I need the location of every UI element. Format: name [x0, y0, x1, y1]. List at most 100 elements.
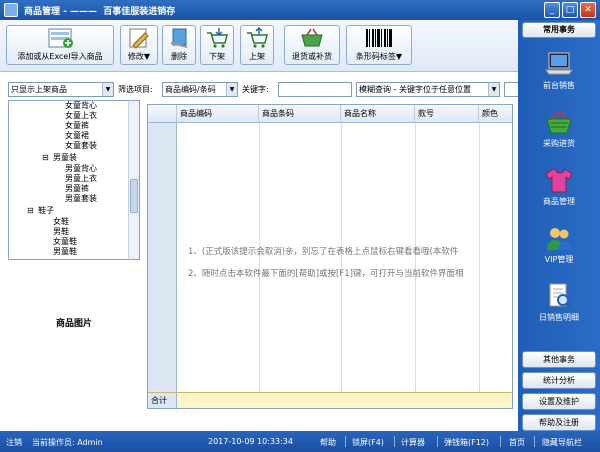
- grid-corner: [148, 105, 177, 123]
- tree-item[interactable]: 女童上衣: [65, 111, 97, 121]
- sidebar-item-daily-sales[interactable]: 日销售明细: [524, 282, 594, 334]
- magnifier-doc-icon: [544, 282, 574, 310]
- help-link[interactable]: 帮助: [320, 437, 336, 448]
- sidebar-item-products[interactable]: 商品管理: [524, 166, 594, 218]
- edit-button[interactable]: 修改▼: [120, 25, 158, 65]
- delete-button[interactable]: 删除: [162, 25, 196, 65]
- product-image-label: 商品图片: [55, 319, 92, 329]
- help-register-button[interactable]: 帮助及注册: [522, 414, 596, 431]
- column-header[interactable]: 款号: [415, 105, 479, 123]
- maximize-button[interactable]: □: [562, 2, 578, 18]
- import-excel-button[interactable]: 添加或从Excel导入商品: [6, 25, 114, 65]
- minimize-button[interactable]: _: [544, 2, 560, 18]
- toolbar: 添加或从Excel导入商品 修改▼ 删除 下架 上架 退货或补货 条形码标签▼: [0, 20, 518, 72]
- sidebar-item-label: 商品管理: [543, 197, 575, 206]
- calculator-link[interactable]: 计算器: [401, 437, 425, 448]
- column-header[interactable]: 商品编码: [177, 105, 259, 123]
- divider: [345, 436, 346, 447]
- keyword-label: 关键字:: [242, 84, 269, 94]
- lock-screen-link[interactable]: 锁屏(F4): [352, 437, 384, 448]
- import-excel-label: 添加或从Excel导入商品: [17, 52, 103, 61]
- put-up-button[interactable]: 上架: [240, 25, 274, 65]
- hide-nav-link[interactable]: 隐藏导航栏: [542, 437, 582, 448]
- field-label: 筛选项目:: [118, 84, 153, 94]
- home-link[interactable]: 首页: [509, 437, 525, 448]
- column-header[interactable]: 商品条码: [259, 105, 341, 123]
- status-select[interactable]: 只显示上架商品 ▼: [8, 81, 114, 97]
- tree-item[interactable]: 男童鞋: [53, 247, 77, 257]
- product-grid: 商品编码 商品条码 商品名称 款号 颜色 1、(正式版该提示会取消)亲，别忘了在…: [147, 104, 513, 409]
- divider: [500, 436, 501, 447]
- column-header[interactable]: 颜色: [479, 105, 512, 123]
- sidebar-item-purchase[interactable]: 采购进货: [524, 108, 594, 160]
- total-row: 合计: [148, 392, 512, 408]
- statistics-button[interactable]: 统计分析: [522, 372, 596, 389]
- tree-group-shoes[interactable]: 鞋子: [38, 206, 54, 216]
- operator-text: 当前操作员: Admin: [32, 438, 103, 447]
- cash-drawer-link[interactable]: 弹钱箱(F12): [444, 437, 489, 448]
- field-select[interactable]: 商品编码/条码 ▼: [162, 81, 238, 97]
- hint-text: 2、随时点击本软件最下面的[帮助]或按[F1]键，可打开与当前软件界面相: [188, 269, 464, 279]
- take-down-button[interactable]: 下架: [200, 25, 234, 65]
- keyword-input[interactable]: [278, 81, 352, 97]
- tree-item[interactable]: 男童背心: [65, 164, 97, 174]
- title-bar: 商品管理 - ——— 百事佳服装进销存 _ □ ✕: [0, 0, 600, 20]
- query-mode-select[interactable]: 模糊查询 - 关键字位于任意位置 ▼: [356, 81, 500, 97]
- users-icon: [544, 224, 574, 252]
- other-tasks-button[interactable]: 其他事务: [522, 351, 596, 368]
- delete-label: 删除: [171, 52, 187, 61]
- total-label: 合计: [148, 393, 177, 408]
- sidebar-item-label: 采购进货: [543, 139, 575, 148]
- tree-item[interactable]: 女童裤: [65, 121, 89, 131]
- hint-text: 1、(正式版该提示会取消)亲，别忘了在表格上点鼠标右键看看哦(本软件: [188, 247, 459, 257]
- tree-item[interactable]: 男童套装: [65, 194, 97, 204]
- datetime-text: 2017-10-09 10:33:34: [208, 437, 293, 446]
- category-tree: 女童背心 女童上衣 女童裤 女童裙 女童套装 ⊟ 男童装 男童背心 男童上衣 男…: [8, 100, 140, 260]
- barcode-label-button[interactable]: 条形码标签▼: [346, 25, 412, 65]
- sidebar-item-label: 前台销售: [543, 81, 575, 90]
- app-window: 商品管理 - ——— 百事佳服装进销存 _ □ ✕ 添加或从Excel导入商品 …: [0, 0, 600, 452]
- sidebar-item-vip[interactable]: VIP管理: [524, 224, 594, 276]
- app-icon: [4, 3, 18, 17]
- tree-scrollbar[interactable]: [128, 101, 139, 259]
- field-select-value: 商品编码/条码: [165, 84, 216, 94]
- tree-group-boys[interactable]: 男童装: [53, 153, 77, 163]
- product-image-panel: 商品图片: [8, 262, 140, 386]
- basket-icon: [300, 27, 324, 49]
- return-exchange-label: 退货或补货: [292, 52, 332, 61]
- tree-item[interactable]: 女童裙: [65, 131, 89, 141]
- divider: [437, 436, 438, 447]
- status-select-value: 只显示上架商品: [11, 84, 67, 94]
- barcode-icon: [364, 27, 394, 49]
- tree-item[interactable]: 男童上衣: [65, 174, 97, 184]
- cart-down-icon: [205, 27, 229, 49]
- common-tasks-header[interactable]: 常用事务: [522, 22, 596, 38]
- divider: [394, 436, 395, 447]
- filter-bar: 只显示上架商品 ▼ 筛选项目: 商品编码/条码 ▼ 关键字: 模糊查询 - 关键…: [0, 78, 518, 100]
- column-divider: [415, 123, 416, 392]
- tree-item[interactable]: 女童背心: [65, 101, 97, 111]
- tree-scroll-thumb[interactable]: [130, 179, 138, 213]
- sidebar-item-pos[interactable]: 前台销售: [524, 50, 594, 102]
- column-header[interactable]: 商品名称: [341, 105, 415, 123]
- status-bar: 注销 当前操作员: Admin 2017-10-09 10:33:34 帮助 锁…: [0, 431, 600, 452]
- return-exchange-button[interactable]: 退货或补货: [284, 25, 340, 65]
- basket-icon: [544, 108, 574, 136]
- search-button[interactable]: [504, 81, 518, 97]
- tree-item[interactable]: 男鞋: [53, 227, 69, 237]
- delete-icon: [167, 27, 191, 49]
- query-mode-value: 模糊查询 - 关键字位于任意位置: [359, 84, 471, 94]
- tree-expander-icon[interactable]: ⊟: [42, 153, 49, 163]
- tree-item[interactable]: 男童裤: [65, 184, 89, 194]
- tree-expander-icon[interactable]: ⊟: [27, 206, 34, 216]
- close-button[interactable]: ✕: [580, 2, 596, 18]
- settings-button[interactable]: 设置及维护: [522, 393, 596, 410]
- window-title: 商品管理 - ——— 百事佳服装进销存: [24, 6, 176, 17]
- column-divider: [479, 123, 480, 392]
- logout-link[interactable]: 注销: [6, 437, 22, 448]
- tshirt-icon: [544, 166, 574, 194]
- tree-item[interactable]: 女童套装: [65, 141, 97, 151]
- column-divider: [259, 123, 260, 392]
- tree-item[interactable]: 女童鞋: [53, 237, 77, 247]
- tree-item[interactable]: 女鞋: [53, 217, 69, 227]
